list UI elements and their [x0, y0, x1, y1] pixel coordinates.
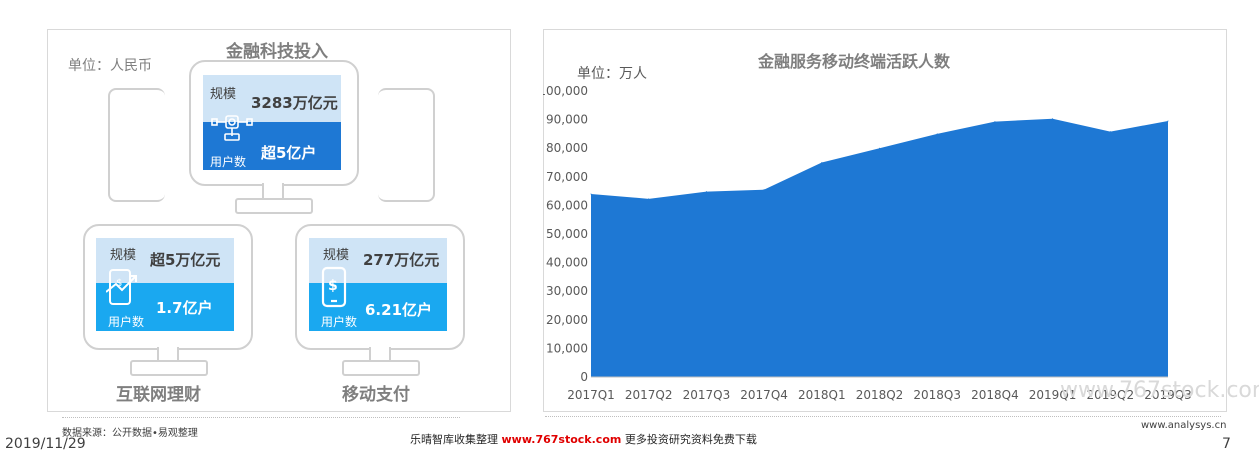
y-tick-label: 0 [580, 370, 588, 384]
area-series [591, 118, 1168, 377]
footer-center-suffix: 更多投资研究资料免费下载 [624, 433, 757, 446]
x-tick-label: 2017Q2 [625, 388, 673, 402]
x-tick-label: 2018Q1 [798, 388, 846, 402]
y-tick-label: 80,000 [546, 141, 588, 155]
x-tick-label: 2017Q4 [740, 388, 788, 402]
y-tick-label: 30,000 [546, 284, 588, 298]
footer-date: 2019/11/29 [5, 436, 86, 452]
page-number: 7 [1222, 436, 1231, 452]
bracket-right [378, 88, 435, 202]
area-chart: 0 10,000 20,000 30,000 40,000 50,000 60,000 70,… [543, 84, 1192, 402]
monitor-right-screen: 规模 277万亿元 用户数 6.21亿户 $ [309, 238, 447, 331]
data-point [994, 121, 996, 123]
right-monitor-caption: 移动支付 [342, 385, 410, 405]
y-tick-label: 10,000 [546, 341, 588, 355]
overlay-site-watermark: www.767stock.com [1060, 378, 1259, 403]
monitor-top-users-label: 用户数 [210, 155, 247, 169]
monitor-top-screen: 规模 3283万亿元 用户数 超5亿户 [203, 75, 341, 170]
monitor-top-base [235, 198, 313, 214]
monitor-right-scale-label: 规模 [323, 248, 350, 263]
x-tick-label: 2017Q3 [683, 388, 731, 402]
unit-label: 单位：人民币 [68, 58, 152, 74]
monitor-right-scale-value: 277万亿元 [363, 251, 440, 269]
footer-center-prefix: 乐晴智库收集整理 [410, 433, 498, 446]
data-point [936, 133, 938, 135]
data-point [879, 147, 880, 149]
mobile-trend-icon: $ [106, 269, 137, 305]
data-point [648, 198, 650, 200]
y-tick-label: 90,000 [546, 113, 588, 127]
y-tick-label: 100,000 [543, 84, 588, 98]
monitor-left-base [130, 360, 208, 376]
y-tick-label: 70,000 [546, 170, 588, 184]
footer-center: 乐晴智库收集整理 www.767stock.com 更多投资研究资料免费下载 [410, 431, 757, 447]
data-point [763, 189, 765, 191]
y-tick-label: 40,000 [546, 256, 588, 270]
monitor-top-scale-label: 规模 [210, 87, 237, 102]
data-point [705, 191, 707, 193]
data-point [1052, 118, 1054, 120]
data-point [590, 193, 592, 195]
monitor-right-base [342, 360, 420, 376]
monitor-right-users-label: 用户数 [321, 315, 358, 329]
chart-title: 金融服务移动终端活跃人数 [758, 52, 951, 71]
monitor-left-scale-label: 规模 [110, 248, 137, 263]
left-monitor-caption: 互联网理财 [116, 385, 201, 405]
monitor-right-users-value: 6.21亿户 [365, 301, 433, 319]
x-tick-label: 2017Q1 [567, 388, 615, 402]
right-footer-line [545, 416, 1221, 417]
y-tick-label: 20,000 [546, 313, 588, 327]
y-tick-label: 50,000 [546, 227, 588, 241]
svg-text:$: $ [116, 278, 122, 289]
left-title: 金融科技投入 [226, 42, 328, 62]
data-point [1109, 131, 1111, 133]
mobile-payment-icon: $ [321, 266, 347, 308]
bracket-left [108, 88, 165, 202]
site-link[interactable]: www.analysys.cn [1141, 420, 1226, 431]
svg-text:$: $ [328, 278, 338, 294]
data-point [1167, 120, 1169, 122]
monitor-left-screen: 规模 超5万亿元 用户数 1.7亿户 $ [96, 238, 234, 331]
x-tick-label: 2018Q2 [856, 388, 904, 402]
x-tick-label: 2018Q3 [913, 388, 961, 402]
monitor-top-scale-value: 3283万亿元 [251, 94, 338, 112]
left-footer-line [62, 417, 460, 418]
footer-center-url[interactable]: www.767stock.com [502, 433, 622, 446]
monitor-left-scale-value: 超5万亿元 [150, 251, 221, 269]
monitor-left-users-value: 1.7亿户 [156, 299, 213, 317]
y-tick-label: 60,000 [546, 198, 588, 212]
network-icon [211, 115, 253, 141]
data-point [821, 162, 823, 163]
monitor-left-users-label: 用户数 [108, 315, 145, 329]
monitor-top-users-value: 超5亿户 [261, 144, 317, 162]
x-tick-label: 2018Q4 [971, 388, 1019, 402]
